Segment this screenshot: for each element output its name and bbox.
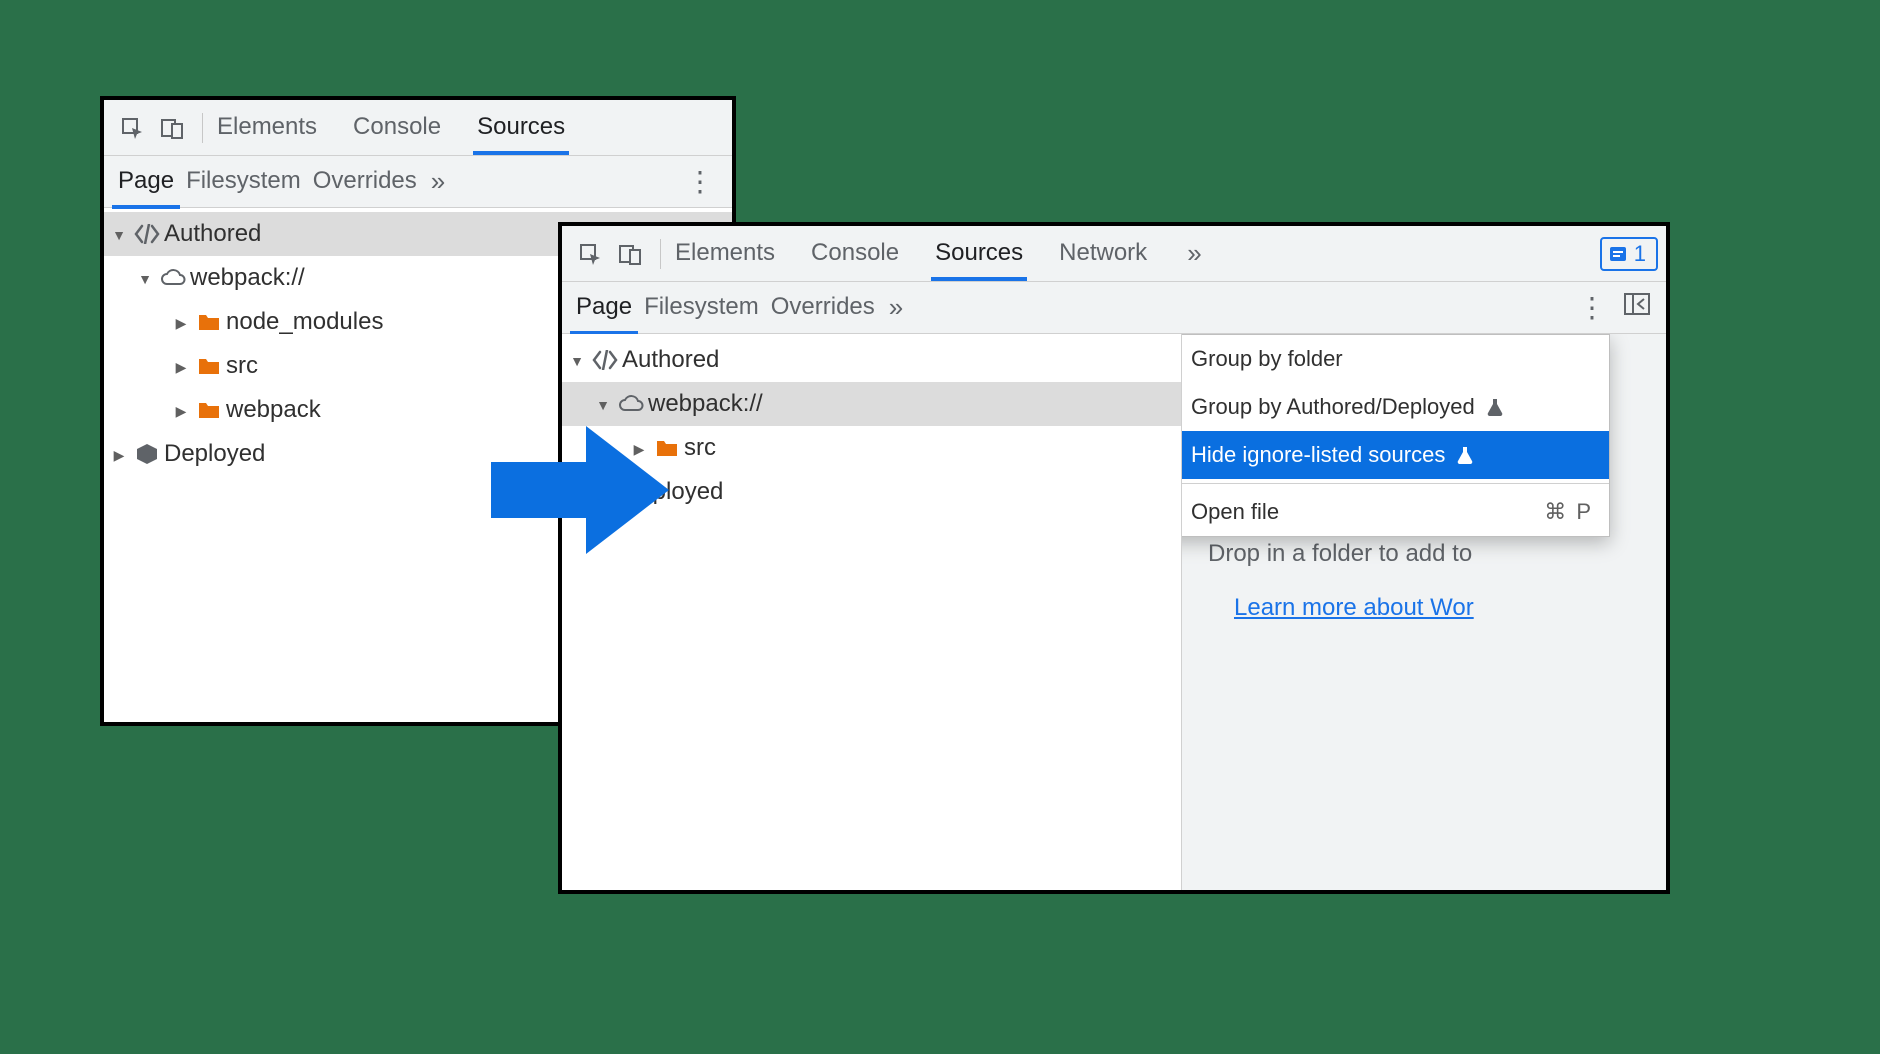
tree-label: webpack:// (190, 264, 305, 292)
main-tabs: Elements Console Sources (213, 101, 724, 155)
menu-item-label: Group by Authored/Deployed (1191, 394, 1475, 420)
tree-label: webpack (226, 396, 321, 424)
tab-network[interactable]: Network (1055, 227, 1151, 281)
main-tabs: Elements Console Sources Network » (671, 227, 1210, 281)
subtab-overrides[interactable]: Overrides (307, 155, 423, 209)
menu-item-open-file[interactable]: Open file ⌘ P (1182, 488, 1609, 536)
issues-badge[interactable]: 1 (1600, 237, 1658, 271)
code-icon (588, 350, 622, 370)
tree-node-authored[interactable]: Authored (562, 338, 1181, 382)
more-tabs-chevron-icon[interactable]: » (881, 292, 911, 323)
tree-label: src (684, 434, 716, 462)
menu-item-group-by-authored-deployed[interactable]: ✓ Group by Authored/Deployed (1182, 383, 1609, 431)
caret-icon[interactable] (170, 312, 192, 333)
tab-console[interactable]: Console (349, 101, 445, 155)
tree-label: webpack:// (648, 390, 763, 418)
subtab-filesystem[interactable]: Filesystem (638, 281, 765, 335)
tab-elements[interactable]: Elements (213, 101, 321, 155)
folder-icon (192, 356, 226, 376)
tree-label: Authored (622, 346, 719, 374)
check-icon: ✓ (1182, 346, 1183, 372)
menu-item-label: Group by folder (1191, 346, 1343, 372)
menu-item-hide-ignore-listed[interactable]: ✓ Hide ignore-listed sources (1182, 431, 1609, 479)
experiment-flask-icon (1487, 394, 1503, 420)
menu-item-shortcut: ⌘ P (1544, 499, 1593, 525)
cloud-icon (156, 268, 190, 288)
inspect-icon[interactable] (578, 242, 602, 266)
caret-icon[interactable] (134, 268, 156, 289)
tab-console[interactable]: Console (807, 227, 903, 281)
workspace-drop-hint: Drop in a folder to add to (1182, 540, 1666, 568)
caret-icon[interactable] (592, 394, 614, 415)
panel-body: Authored webpack:// src (562, 334, 1666, 890)
caret-icon[interactable] (170, 356, 192, 377)
cloud-icon (614, 394, 648, 414)
tab-sources[interactable]: Sources (473, 101, 569, 155)
check-icon: ✓ (1182, 394, 1183, 420)
caret-icon[interactable] (566, 350, 588, 371)
sources-subtabs: Page Filesystem Overrides » ⋮ (104, 156, 732, 208)
tab-elements[interactable]: Elements (671, 227, 779, 281)
subtab-overrides[interactable]: Overrides (765, 281, 881, 335)
cube-icon (130, 442, 164, 466)
main-toolbar: Elements Console Sources (104, 100, 732, 156)
subtab-filesystem[interactable]: Filesystem (180, 155, 307, 209)
tree-label: src (226, 352, 258, 380)
sources-options-menu: ✓ Group by folder ✓ Group by Authored/De… (1182, 334, 1610, 537)
menu-item-label: Hide ignore-listed sources (1191, 442, 1445, 468)
subtab-page[interactable]: Page (112, 155, 180, 209)
experiment-flask-icon (1457, 442, 1473, 468)
kebab-menu-icon[interactable]: ⋮ (1568, 294, 1616, 322)
caret-icon[interactable] (108, 444, 130, 465)
caret-icon[interactable] (108, 224, 130, 245)
editor-pane: ✓ Group by folder ✓ Group by Authored/De… (1182, 334, 1666, 890)
inspect-icon[interactable] (120, 116, 144, 140)
tree-label: Deployed (164, 440, 265, 468)
caret-icon[interactable] (170, 400, 192, 421)
devtools-panel-after: Elements Console Sources Network » 1 Pag… (558, 222, 1670, 894)
more-tabs-chevron-icon[interactable]: » (423, 166, 453, 197)
tree-label: node_modules (226, 308, 383, 336)
device-toggle-icon[interactable] (618, 242, 642, 266)
device-toggle-icon[interactable] (160, 116, 184, 140)
folder-icon (192, 312, 226, 332)
check-icon: ✓ (1182, 442, 1183, 468)
transition-arrow-icon (491, 420, 671, 560)
kebab-menu-icon[interactable]: ⋮ (676, 168, 724, 196)
separator (202, 113, 203, 143)
separator (660, 239, 661, 269)
code-icon (130, 224, 164, 244)
folder-icon (192, 400, 226, 420)
menu-item-label: Open file (1191, 499, 1279, 525)
subtab-page[interactable]: Page (570, 281, 638, 335)
tab-sources[interactable]: Sources (931, 227, 1027, 281)
file-tree-pane: Authored webpack:// src (562, 334, 1182, 890)
collapse-sidebar-icon[interactable] (1616, 293, 1658, 322)
tree-label: Authored (164, 220, 261, 248)
issues-count: 1 (1634, 241, 1646, 267)
main-toolbar: Elements Console Sources Network » 1 (562, 226, 1666, 282)
menu-separator (1182, 483, 1609, 484)
workspace-learn-more-link[interactable]: Learn more about Wor (1182, 594, 1474, 621)
more-tabs-chevron-icon[interactable]: » (1179, 238, 1209, 269)
menu-item-group-by-folder[interactable]: ✓ Group by folder (1182, 335, 1609, 383)
sources-subtabs: Page Filesystem Overrides » ⋮ (562, 282, 1666, 334)
